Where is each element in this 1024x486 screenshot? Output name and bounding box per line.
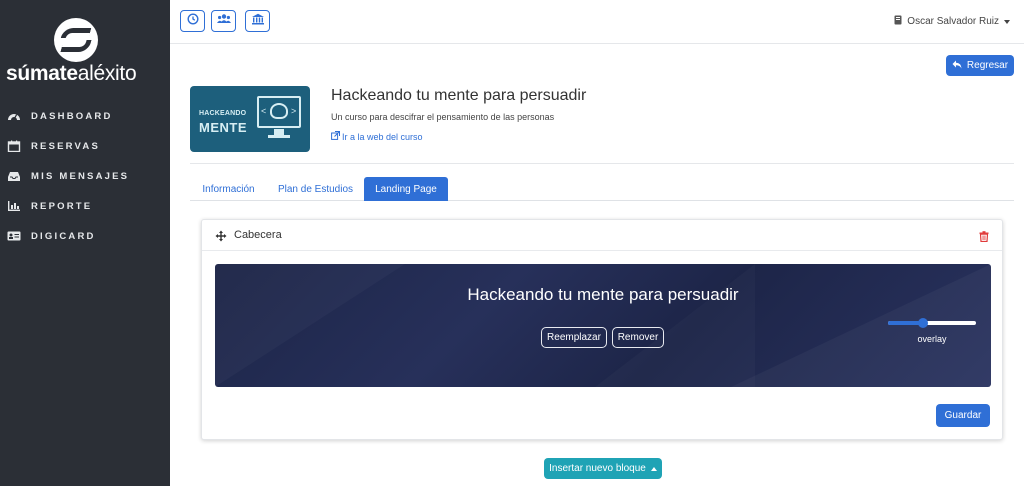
- course-cover-image: HACKEANDO MENTE < >: [190, 86, 310, 152]
- tab-label: Landing Page: [375, 183, 437, 195]
- user-badge-icon: [894, 15, 902, 28]
- block-title: Cabecera: [234, 229, 282, 241]
- topbar: Oscar Salvador Ruiz: [170, 0, 1024, 44]
- block-card: Cabecera Hackeando tu mente para persuad…: [201, 219, 1003, 440]
- tab-label: Plan de Estudios: [277, 183, 354, 195]
- reply-icon: [952, 60, 967, 72]
- slider-thumb[interactable]: [918, 318, 929, 328]
- tab-plan-de-estudios[interactable]: Plan de Estudios: [270, 177, 361, 201]
- brand-logo[interactable]: súmatealéxito: [0, 14, 170, 89]
- sidebar-item-label: DIGICARD: [31, 230, 96, 242]
- course-title: Hackeando tu mente para persuadir: [331, 87, 587, 104]
- users-button[interactable]: [211, 10, 236, 32]
- inbox-icon: [7, 170, 21, 182]
- monitor-base: [268, 135, 290, 138]
- calendar-icon: [7, 140, 21, 153]
- course-tabs: Información Plan de Estudios Landing Pag…: [190, 177, 1014, 201]
- tab-landing-page[interactable]: Landing Page: [364, 177, 448, 201]
- logo-mark: [54, 18, 98, 62]
- back-button[interactable]: Regresar: [946, 55, 1014, 76]
- header-banner-preview: Hackeando tu mente para persuadir Reempl…: [215, 264, 991, 387]
- caret-up-icon: [650, 466, 657, 471]
- sidebar-nav: DASHBOARD RESERVAS MIS MENSAJES REPORTE …: [0, 101, 170, 251]
- sidebar-item-label: DASHBOARD: [31, 110, 113, 122]
- insert-block-label: Insertar nuevo bloque: [549, 463, 646, 474]
- divider: [190, 163, 1014, 164]
- brain-icon: [270, 103, 288, 119]
- banner-shape: [595, 264, 755, 387]
- clock-button[interactable]: [180, 10, 205, 32]
- code-bracket-left: <: [261, 106, 267, 116]
- course-website-link-label: Ir a la web del curso: [342, 131, 423, 142]
- move-icon[interactable]: [215, 229, 227, 247]
- chevron-down-icon: [1004, 19, 1010, 24]
- remove-image-button[interactable]: Remover: [612, 327, 664, 348]
- overlay-slider[interactable]: [888, 316, 976, 330]
- users-icon: [216, 12, 231, 30]
- back-button-label: Regresar: [966, 60, 1009, 71]
- external-link-icon: [331, 131, 342, 142]
- sidebar: súmatealéxito DASHBOARD RESERVAS MIS MEN…: [0, 0, 170, 486]
- user-menu[interactable]: Oscar Salvador Ruiz: [894, 15, 1010, 28]
- remove-image-label: Remover: [617, 332, 659, 343]
- sidebar-item-digicard[interactable]: DIGICARD: [0, 221, 170, 251]
- logo-text-bold: súmate: [6, 62, 78, 85]
- tab-informacion[interactable]: Información: [190, 177, 267, 201]
- sidebar-item-reporte[interactable]: REPORTE: [0, 191, 170, 221]
- user-name: Oscar Salvador Ruiz: [907, 16, 999, 27]
- sidebar-item-dashboard[interactable]: DASHBOARD: [0, 101, 170, 131]
- banner-title: Hackeando tu mente para persuadir: [467, 285, 739, 304]
- course-subtitle: Un curso para descifrar el pensamiento d…: [331, 112, 555, 122]
- tab-label: Información: [202, 183, 255, 195]
- clock-icon: [186, 12, 199, 30]
- chart-icon: [7, 200, 21, 212]
- sidebar-item-label: RESERVAS: [31, 140, 100, 152]
- cover-text-hackeando: HACKEANDO: [199, 110, 247, 117]
- logo-text-light: aléxito: [77, 62, 137, 85]
- sidebar-item-mis-mensajes[interactable]: MIS MENSAJES: [0, 161, 170, 191]
- course-website-link[interactable]: Ir a la web del curso: [331, 131, 423, 142]
- save-button[interactable]: Guardar: [936, 404, 990, 427]
- block-card-header: Cabecera: [202, 220, 1002, 251]
- sidebar-item-label: MIS MENSAJES: [31, 170, 130, 182]
- cover-text-mente: MENTE: [199, 120, 247, 135]
- code-bracket-right: >: [291, 106, 297, 116]
- sidebar-item-label: REPORTE: [31, 200, 93, 212]
- overlay-label: overlay: [917, 334, 947, 344]
- dashboard-icon: [7, 110, 21, 122]
- bank-button[interactable]: [245, 10, 270, 32]
- bank-icon: [251, 12, 265, 30]
- save-button-label: Guardar: [944, 410, 982, 421]
- sidebar-item-reservas[interactable]: RESERVAS: [0, 131, 170, 161]
- trash-icon[interactable]: [979, 229, 989, 247]
- logo-text: súmatealéxito: [6, 62, 166, 86]
- banner-shape: [215, 264, 405, 387]
- replace-image-button[interactable]: Reemplazar: [541, 327, 607, 348]
- insert-block-button[interactable]: Insertar nuevo bloque: [544, 458, 662, 479]
- replace-image-label: Reemplazar: [547, 332, 601, 343]
- id-card-icon: [7, 230, 21, 242]
